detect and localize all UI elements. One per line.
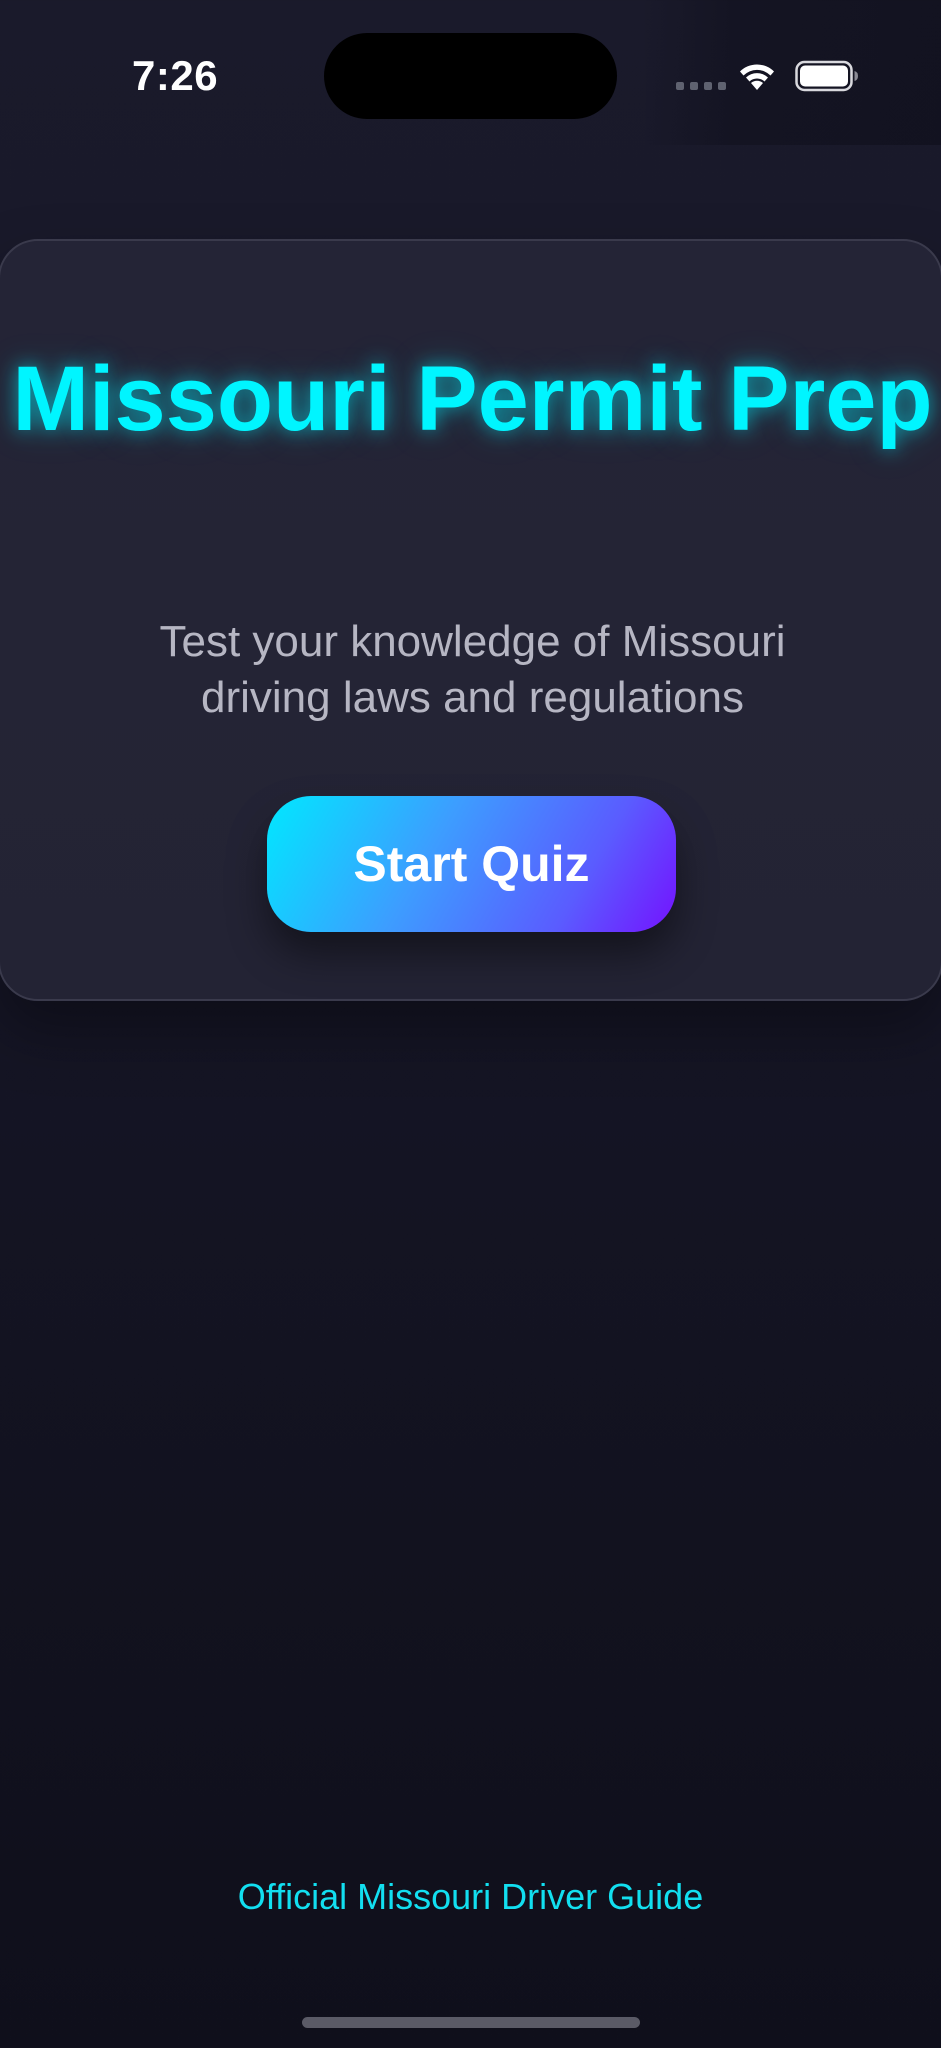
wifi-icon — [740, 64, 774, 90]
welcome-card: Missouri Permit Prep Test your knowledge… — [0, 239, 941, 1001]
app-subtitle: Test your knowledge of Missouri driving … — [159, 617, 786, 722]
battery-icon — [795, 60, 858, 92]
status-bar: 7:26 — [0, 0, 941, 145]
cellular-signal-icon — [676, 82, 726, 90]
status-bar-shade — [641, 0, 941, 145]
status-time: 7:26 — [132, 52, 219, 99]
driver-guide-link[interactable]: Official Missouri Driver Guide — [0, 1876, 941, 1918]
start-quiz-button[interactable]: Start Quiz — [267, 796, 676, 932]
home-indicator[interactable] — [302, 2017, 640, 2028]
dynamic-island — [324, 33, 617, 119]
app-title: Missouri Permit Prep — [12, 348, 933, 450]
